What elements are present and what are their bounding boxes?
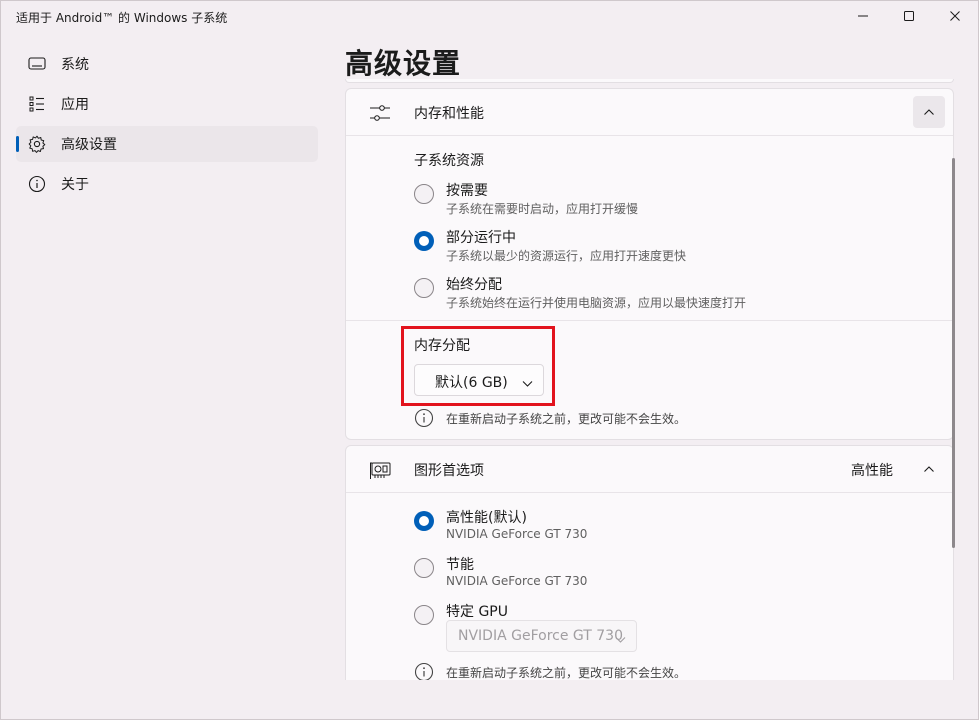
- sidebar-nav: 系统 应用 高级设置 关于: [16, 46, 318, 206]
- maximize-icon: [903, 10, 915, 22]
- collapse-graphics-button[interactable]: [913, 453, 945, 485]
- info-icon: [414, 662, 434, 680]
- radio-title: 始终分配: [446, 274, 502, 294]
- radio-high-performance[interactable]: 高性能(默认) NVIDIA GeForce GT 730: [414, 507, 934, 547]
- radio-description: NVIDIA GeForce GT 730: [446, 527, 587, 541]
- radio-button-checked[interactable]: [414, 231, 434, 251]
- sidebar-item-label: 系统: [61, 54, 89, 74]
- radio-title: 按需要: [446, 180, 488, 200]
- info-icon: [414, 408, 434, 432]
- radio-button[interactable]: [414, 278, 434, 298]
- radio-as-needed[interactable]: 按需要 子系统在需要时启动，应用打开缓慢: [414, 180, 934, 220]
- sidebar-item-apps[interactable]: 应用: [16, 86, 318, 122]
- info-icon: [28, 175, 46, 193]
- sidebar-item-about[interactable]: 关于: [16, 166, 318, 202]
- restart-note-text: 在重新启动子系统之前，更改可能不会生效。: [446, 410, 686, 427]
- sidebar-item-system[interactable]: 系统: [16, 46, 318, 82]
- subsystem-resources-label: 子系统资源: [414, 150, 484, 170]
- list-icon: [28, 95, 46, 113]
- memory-performance-title: 内存和性能: [414, 103, 484, 123]
- radio-button[interactable]: [414, 605, 434, 625]
- radio-description: NVIDIA GeForce GT 730: [446, 574, 587, 588]
- sliders-icon: [368, 101, 392, 125]
- radio-continuous[interactable]: 始终分配 子系统始终在运行并使用电脑资源，应用以最快速度打开: [414, 274, 934, 314]
- radio-partially-running[interactable]: 部分运行中 子系统以最少的资源运行，应用打开速度更快: [414, 227, 934, 267]
- gear-icon: [28, 135, 46, 153]
- sidebar-item-label: 关于: [61, 174, 89, 194]
- monitor-icon: [28, 55, 46, 73]
- radio-power-saving[interactable]: 节能 NVIDIA GeForce GT 730: [414, 554, 934, 594]
- memory-performance-header[interactable]: 内存和性能: [346, 89, 953, 136]
- radio-title: 特定 GPU: [446, 601, 508, 621]
- close-icon: [949, 10, 961, 22]
- radio-description: 子系统始终在运行并使用电脑资源，应用以最快速度打开: [446, 294, 746, 311]
- radio-button-checked[interactable]: [414, 511, 434, 531]
- radio-button[interactable]: [414, 184, 434, 204]
- previous-card-edge: [345, 79, 954, 83]
- radio-title: 部分运行中: [446, 227, 516, 247]
- collapse-memory-button[interactable]: [913, 96, 945, 128]
- radio-title: 高性能(默认): [446, 507, 527, 527]
- graphics-preference-title: 图形首选项: [414, 460, 484, 480]
- close-button[interactable]: [932, 0, 978, 32]
- radio-title: 节能: [446, 554, 474, 574]
- restart-note-text: 在重新启动子系统之前，更改可能不会生效。: [446, 664, 686, 680]
- chevron-down-icon: [615, 631, 626, 647]
- sidebar-item-advanced-settings[interactable]: 高级设置: [16, 126, 318, 162]
- sidebar-item-label: 应用: [61, 94, 89, 114]
- graphics-preference-header[interactable]: 图形首选项 高性能: [346, 446, 953, 493]
- gpu-select-dropdown[interactable]: NVIDIA GeForce GT 730: [446, 620, 637, 652]
- graphics-preference-card: 图形首选项 高性能 高性能(默认) NVIDIA GeForce GT 730 …: [345, 445, 954, 680]
- minimize-button[interactable]: [840, 0, 886, 32]
- graphics-card-icon: [368, 458, 392, 482]
- chevron-up-icon: [923, 108, 935, 116]
- chevron-up-icon: [923, 465, 935, 473]
- graphics-restart-note: 在重新启动子系统之前，更改可能不会生效。: [414, 662, 934, 680]
- maximize-button[interactable]: [886, 0, 932, 32]
- radio-description: 子系统在需要时启动，应用打开缓慢: [446, 200, 638, 217]
- graphics-current-value: 高性能: [851, 460, 893, 480]
- radio-description: 子系统以最少的资源运行，应用打开速度更快: [446, 247, 686, 264]
- gpu-select-value: NVIDIA GeForce GT 730: [458, 628, 623, 644]
- vertical-scrollbar[interactable]: [952, 158, 955, 548]
- page-title: 高级设置: [345, 42, 461, 82]
- sidebar-item-label: 高级设置: [61, 134, 117, 154]
- radio-button[interactable]: [414, 558, 434, 578]
- title-bar: 适用于 Android™ 的 Windows 子系统: [0, 0, 979, 34]
- highlight-annotation-box: [401, 326, 555, 406]
- window-title: 适用于 Android™ 的 Windows 子系统: [16, 9, 227, 26]
- memory-restart-note: 在重新启动子系统之前，更改可能不会生效。: [414, 408, 934, 428]
- divider: [346, 320, 953, 321]
- minimize-icon: [857, 10, 869, 22]
